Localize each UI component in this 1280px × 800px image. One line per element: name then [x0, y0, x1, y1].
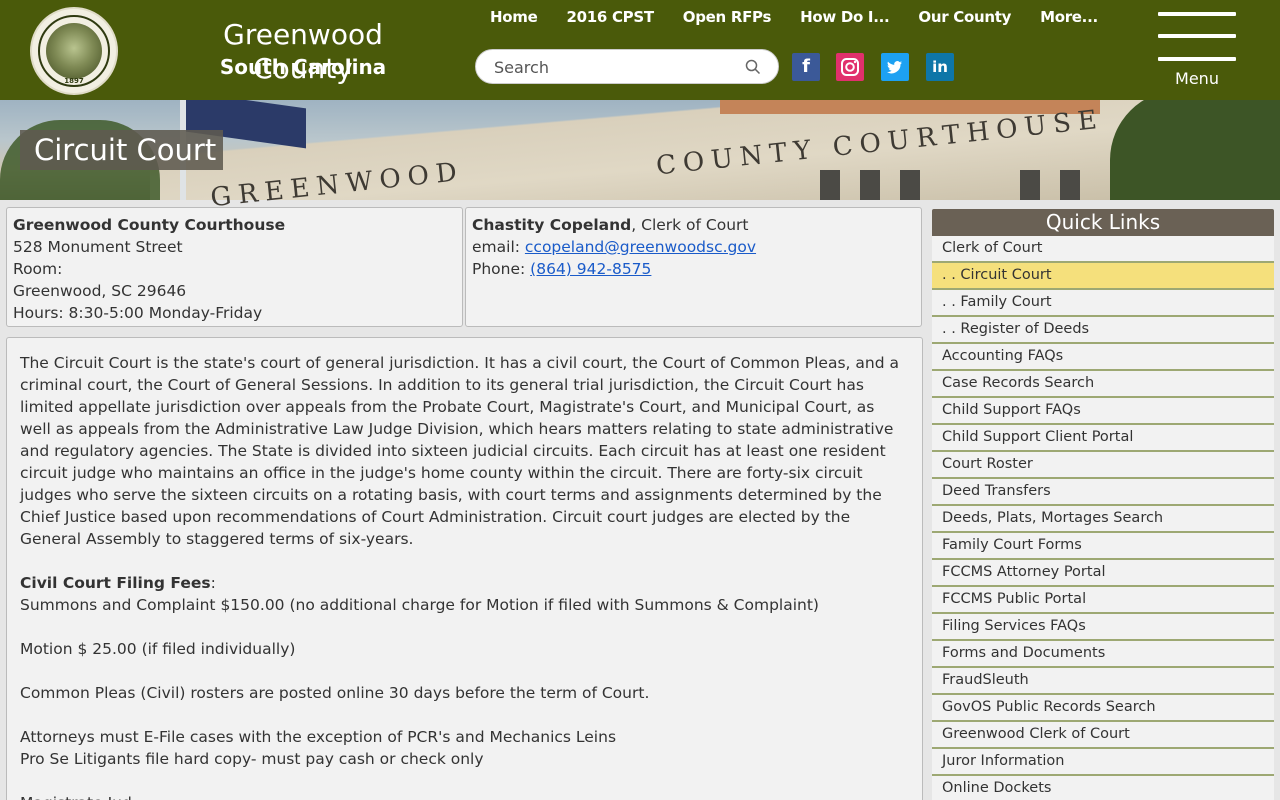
email-link[interactable]: ccopeland@greenwoodsc.gov [525, 238, 756, 256]
window [1060, 170, 1080, 200]
intro-paragraph: The Circuit Court is the state's court o… [20, 354, 899, 548]
quick-link-fccms-attorney-portal[interactable]: FCCMS Attorney Portal [932, 560, 1274, 587]
menu-label: Menu [1175, 69, 1219, 88]
menu-bar-middle [1158, 34, 1236, 38]
quick-links-list: Clerk of Court . . Circuit Court . . Fam… [932, 236, 1274, 800]
efile-note: Attorneys must E-File cases with the exc… [20, 728, 617, 746]
quick-link-deeds-plats-search[interactable]: Deeds, Plats, Mortages Search [932, 506, 1274, 533]
fee-motion: Motion $ 25.00 (if filed individually) [20, 640, 296, 658]
window [900, 170, 920, 200]
quick-link-family-court[interactable]: . . Family Court [932, 290, 1274, 317]
top-navigation: Home 2016 CPST Open RFPs How Do I... Our… [490, 6, 1127, 28]
tree-right [1110, 100, 1280, 200]
seal-year: 1897 [64, 77, 84, 85]
main-content: The Circuit Court is the state's court o… [6, 337, 923, 800]
menu-bar-top [1158, 12, 1236, 16]
quick-link-fccms-public-portal[interactable]: FCCMS Public Portal [932, 587, 1274, 614]
window [860, 170, 880, 200]
quick-link-circuit-court[interactable]: . . Circuit Court [932, 263, 1274, 290]
rosters-note: Common Pleas (Civil) rosters are posted … [20, 684, 650, 702]
facebook-icon[interactable]: f [792, 53, 820, 81]
quick-link-court-roster[interactable]: Court Roster [932, 452, 1274, 479]
quick-link-register-of-deeds[interactable]: . . Register of Deeds [932, 317, 1274, 344]
menu-button[interactable]: Menu [1158, 12, 1236, 92]
fees-heading: Civil Court Filing Fees [20, 574, 211, 592]
quick-link-child-support-client-portal[interactable]: Child Support Client Portal [932, 425, 1274, 452]
nav-our-county[interactable]: Our County [918, 6, 1011, 28]
window [820, 170, 840, 200]
quick-link-online-dockets[interactable]: Online Dockets [932, 776, 1274, 800]
contact-box: Chastity Copeland, Clerk of Court email:… [465, 207, 922, 327]
nav-how-do-i[interactable]: How Do I... [800, 6, 890, 28]
pro-se-note: Pro Se Litigants file hard copy- must pa… [20, 750, 484, 768]
quick-link-case-records-search[interactable]: Case Records Search [932, 371, 1274, 398]
email-label: email: [472, 238, 525, 256]
nav-open-rfps[interactable]: Open RFPs [683, 6, 772, 28]
county-seal-logo[interactable]: 1897 [30, 7, 118, 95]
nav-2016-cpst[interactable]: 2016 CPST [566, 6, 654, 28]
instagram-icon[interactable] [836, 53, 864, 81]
quick-link-juror-information[interactable]: Juror Information [932, 749, 1274, 776]
page-title: Circuit Court [20, 130, 223, 170]
magistrate-note: Magistrate Jud... [20, 792, 909, 800]
search-input[interactable] [494, 56, 734, 78]
fees-heading-colon: : [210, 574, 216, 592]
quick-link-greenwood-clerk-of-court[interactable]: Greenwood Clerk of Court [932, 722, 1274, 749]
quick-link-filing-services-faqs[interactable]: Filing Services FAQs [932, 614, 1274, 641]
quick-link-accounting-faqs[interactable]: Accounting FAQs [932, 344, 1274, 371]
site-header: 1897 Greenwood County South Carolina Hom… [0, 0, 1280, 100]
quick-link-forms-and-documents[interactable]: Forms and Documents [932, 641, 1274, 668]
room-label: Room: [13, 260, 63, 278]
courthouse-name: Greenwood County Courthouse [13, 216, 286, 234]
city-state-zip: Greenwood, SC 29646 [13, 282, 187, 300]
site-subtitle[interactable]: South Carolina [172, 54, 434, 80]
quick-links-title: Quick Links [932, 209, 1274, 236]
seal-emblem [46, 23, 102, 79]
search-box [475, 49, 779, 84]
phone-link[interactable]: (864) 942-8575 [530, 260, 651, 278]
clerk-role: , Clerk of Court [631, 216, 749, 234]
linkedin-icon[interactable]: in [926, 53, 954, 81]
nav-home[interactable]: Home [490, 6, 538, 28]
office-hours: Hours: 8:30-5:00 Monday-Friday [13, 304, 263, 322]
clerk-name: Chastity Copeland [472, 216, 632, 234]
quick-link-clerk-of-court[interactable]: Clerk of Court [932, 236, 1274, 263]
window [1020, 170, 1040, 200]
quick-link-govos-public-records[interactable]: GovOS Public Records Search [932, 695, 1274, 722]
nav-more[interactable]: More... [1040, 6, 1098, 28]
menu-bar-bottom [1158, 57, 1236, 61]
street-address: 528 Monument Street [13, 238, 183, 256]
quick-link-deed-transfers[interactable]: Deed Transfers [932, 479, 1274, 506]
twitter-icon[interactable] [881, 53, 909, 81]
quick-link-child-support-faqs[interactable]: Child Support FAQs [932, 398, 1274, 425]
address-box: Greenwood County Courthouse 528 Monument… [6, 207, 463, 327]
phone-label: Phone: [472, 260, 531, 278]
search-icon[interactable] [744, 58, 762, 76]
fee-summons: Summons and Complaint $150.00 (no additi… [20, 596, 819, 614]
quick-link-family-court-forms[interactable]: Family Court Forms [932, 533, 1274, 560]
quick-link-fraudsleuth[interactable]: FraudSleuth [932, 668, 1274, 695]
